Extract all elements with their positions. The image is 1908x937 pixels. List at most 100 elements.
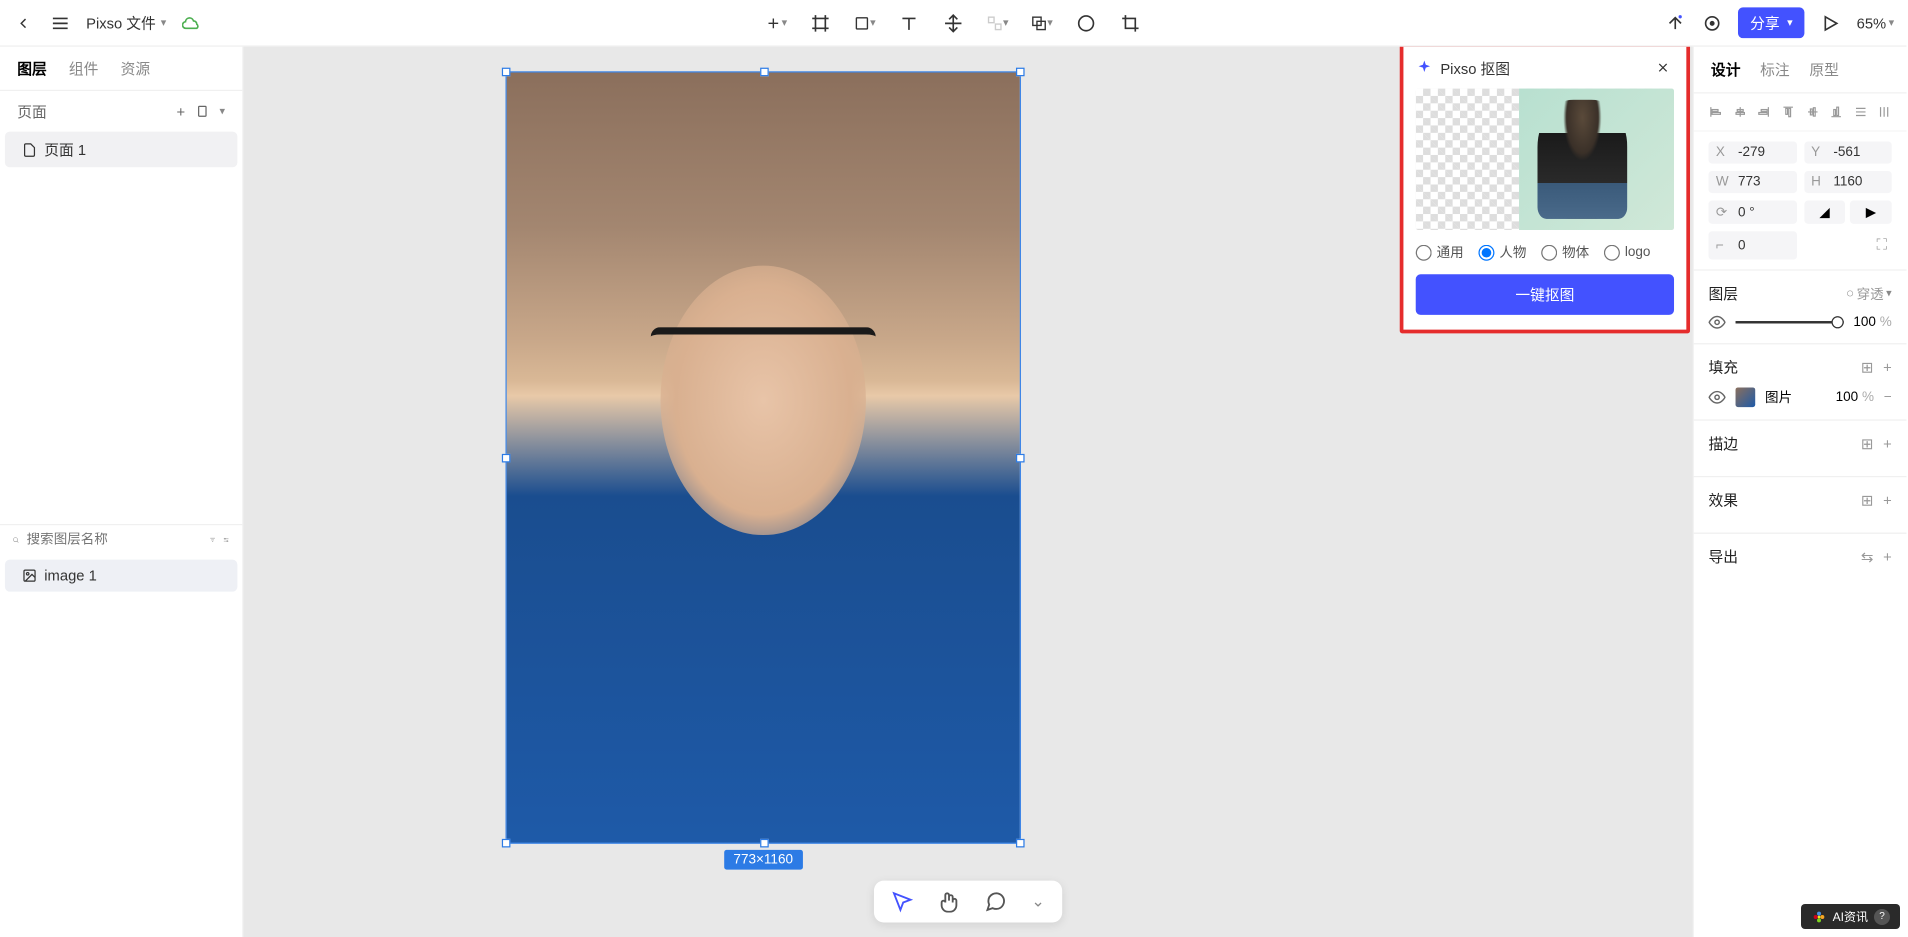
back-icon[interactable] xyxy=(12,12,34,34)
tab-assets[interactable]: 资源 xyxy=(121,58,151,79)
align-left-icon[interactable] xyxy=(1708,103,1722,120)
align-hcenter-icon[interactable] xyxy=(1733,103,1747,120)
close-icon[interactable] xyxy=(1652,57,1674,79)
add-export-icon[interactable]: + xyxy=(1883,548,1892,565)
canvas[interactable]: 773×1160 Pixso 抠图 通用 人物 物体 logo 一键抠图 xyxy=(244,47,1693,937)
resize-handle-tr[interactable] xyxy=(1016,68,1025,77)
align-bottom-icon[interactable] xyxy=(1829,103,1843,120)
cutout-option-object[interactable]: 物体 xyxy=(1541,242,1589,262)
chevron-down-icon: ▾ xyxy=(1889,16,1895,30)
move-tool-icon[interactable] xyxy=(942,12,964,34)
visibility-icon[interactable] xyxy=(1708,389,1725,406)
opacity-value[interactable]: 100 % xyxy=(1853,315,1891,330)
corner-radius-field[interactable]: ⌐0 xyxy=(1708,231,1796,259)
component-tool-icon[interactable]: ▾ xyxy=(986,12,1008,34)
opacity-slider[interactable] xyxy=(1736,321,1844,323)
layer-search-input[interactable] xyxy=(27,533,202,548)
circle-tool-icon[interactable] xyxy=(1075,12,1097,34)
page-item[interactable]: 页面 1 xyxy=(5,132,237,168)
style-icon[interactable]: ⊞ xyxy=(1861,491,1873,508)
boolean-tool-icon[interactable]: ▾ xyxy=(1031,12,1053,34)
resize-handle-bl[interactable] xyxy=(502,839,511,848)
align-vcenter-icon[interactable] xyxy=(1805,103,1819,120)
play-icon[interactable] xyxy=(1820,12,1842,34)
watermark-label: AI资讯 xyxy=(1833,908,1868,925)
add-fill-icon[interactable]: + xyxy=(1883,359,1892,376)
add-effect-icon[interactable]: + xyxy=(1883,491,1892,508)
fill-section-title: 填充 xyxy=(1708,357,1738,378)
tab-annotate[interactable]: 标注 xyxy=(1760,59,1790,80)
tab-layers[interactable]: 图层 xyxy=(17,58,47,79)
align-right-icon[interactable] xyxy=(1757,103,1771,120)
right-sidebar: 设计 标注 原型 X-279 Y-561 W773 H1160 ⟳0 ° ◢ ▶… xyxy=(1692,47,1906,937)
resize-handle-br[interactable] xyxy=(1016,839,1025,848)
style-icon[interactable]: ⊞ xyxy=(1861,359,1873,376)
flower-icon xyxy=(1811,909,1827,925)
cutout-preview xyxy=(1416,89,1674,230)
resize-handle-tl[interactable] xyxy=(502,68,511,77)
text-tool-icon[interactable] xyxy=(898,12,920,34)
zoom-level[interactable]: 65%▾ xyxy=(1857,14,1895,31)
copy-page-icon[interactable] xyxy=(195,104,210,119)
tab-components[interactable]: 组件 xyxy=(69,58,99,79)
location-icon[interactable] xyxy=(1701,12,1723,34)
comment-tool-icon[interactable] xyxy=(985,891,1007,913)
corner-expand-icon[interactable]: ⛶ xyxy=(1804,231,1892,259)
visibility-icon[interactable] xyxy=(1708,314,1725,331)
crop-tool-icon[interactable] xyxy=(1119,12,1141,34)
settings-icon[interactable] xyxy=(223,533,230,548)
height-field[interactable]: H1160 xyxy=(1804,171,1892,193)
blend-mode-select[interactable]: ○ 穿透 ▾ xyxy=(1846,284,1892,304)
help-icon[interactable]: ? xyxy=(1874,909,1890,925)
hand-tool-icon[interactable] xyxy=(938,891,960,913)
filter-icon[interactable] xyxy=(209,533,216,548)
add-page-icon[interactable]: + xyxy=(176,103,185,120)
share-button[interactable]: 分享▾ xyxy=(1738,7,1805,38)
width-field[interactable]: W773 xyxy=(1708,171,1796,193)
x-position-field[interactable]: X-279 xyxy=(1708,141,1796,163)
frame-tool-icon[interactable] xyxy=(809,12,831,34)
tab-design[interactable]: 设计 xyxy=(1711,59,1741,80)
cutout-option-general[interactable]: 通用 xyxy=(1416,242,1464,262)
remove-fill-icon[interactable]: − xyxy=(1884,390,1892,405)
resize-handle-bm[interactable] xyxy=(760,839,769,848)
flip-h-icon[interactable]: ◢ xyxy=(1804,200,1846,223)
resize-handle-mr[interactable] xyxy=(1016,454,1025,463)
align-top-icon[interactable] xyxy=(1781,103,1795,120)
distribute-icon[interactable] xyxy=(1853,103,1867,120)
cursor-tool-icon[interactable] xyxy=(891,891,913,913)
fill-opacity[interactable]: 100 % xyxy=(1836,390,1874,405)
style-icon[interactable]: ⊞ xyxy=(1861,435,1873,452)
cutout-option-person[interactable]: 人物 xyxy=(1478,242,1526,262)
shape-tool-icon[interactable]: ▾ xyxy=(854,12,876,34)
cutout-panel: Pixso 抠图 通用 人物 物体 logo 一键抠图 xyxy=(1400,47,1690,334)
tidy-icon[interactable] xyxy=(1877,103,1891,120)
y-position-field[interactable]: Y-561 xyxy=(1804,141,1892,163)
resize-handle-ml[interactable] xyxy=(502,454,511,463)
cloud-sync-icon[interactable] xyxy=(181,12,203,34)
image-layer-icon xyxy=(22,568,37,583)
cutout-title-label: Pixso 抠图 xyxy=(1440,57,1510,78)
dimension-badge: 773×1160 xyxy=(724,850,803,870)
more-tools-icon[interactable]: ⌄ xyxy=(1031,891,1044,913)
menu-icon[interactable] xyxy=(49,12,71,34)
add-tool-icon[interactable]: ▾ xyxy=(765,12,787,34)
collapse-icon[interactable]: ▾ xyxy=(220,105,226,119)
cutout-option-logo[interactable]: logo xyxy=(1604,242,1650,262)
file-name[interactable]: Pixso 文件 ▾ xyxy=(86,12,166,33)
tab-prototype[interactable]: 原型 xyxy=(1809,59,1839,80)
share-button-label: 分享 xyxy=(1750,12,1780,33)
watermark-badge: AI资讯 ? xyxy=(1801,904,1900,929)
add-stroke-icon[interactable]: + xyxy=(1883,435,1892,452)
flip-v-icon[interactable]: ▶ xyxy=(1850,200,1892,223)
effects-section-title: 效果 xyxy=(1708,490,1738,511)
cutout-button[interactable]: 一键抠图 xyxy=(1416,274,1674,315)
fill-swatch[interactable] xyxy=(1736,387,1756,407)
publish-icon[interactable] xyxy=(1664,12,1686,34)
resize-handle-tm[interactable] xyxy=(760,68,769,77)
rotation-field[interactable]: ⟳0 ° xyxy=(1708,200,1796,223)
export-settings-icon[interactable]: ⇆ xyxy=(1861,548,1873,565)
layer-item[interactable]: image 1 xyxy=(5,560,237,592)
image-content xyxy=(507,73,1020,843)
selected-image[interactable]: 773×1160 xyxy=(506,71,1021,843)
